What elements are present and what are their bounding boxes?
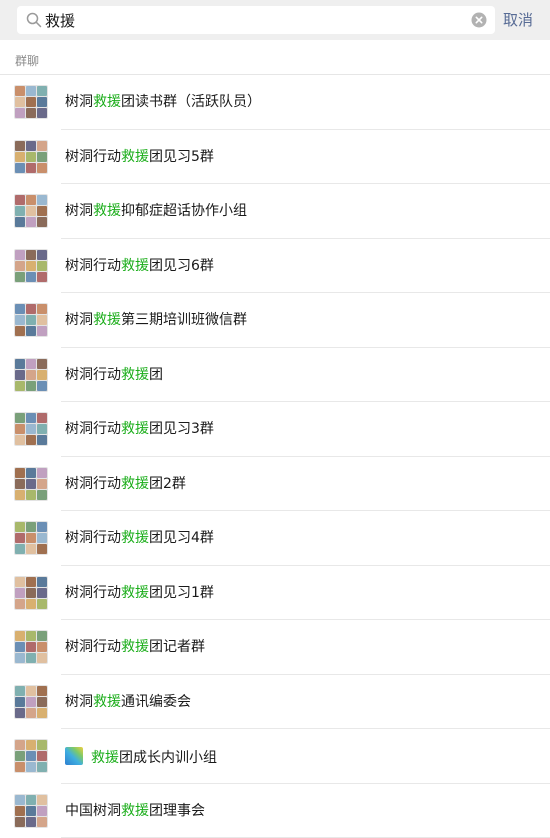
group-name-prefix: 树洞行动	[65, 585, 121, 601]
group-name-suffix: 团成长内训小组	[119, 750, 217, 766]
group-avatar	[14, 85, 48, 119]
group-name-suffix: 团见习5群	[149, 149, 214, 165]
group-name-prefix: 树洞行动	[65, 421, 121, 437]
list-item[interactable]: 树洞行动救援团见习4群	[0, 511, 550, 566]
group-avatar	[14, 467, 48, 501]
search-match-highlight: 救援	[121, 639, 149, 655]
search-match-highlight: 救援	[121, 585, 149, 601]
group-name-prefix: 树洞	[65, 203, 93, 219]
search-icon	[26, 12, 42, 28]
list-item[interactable]: 树洞行动救援团见习5群	[0, 130, 550, 185]
list-item[interactable]: 树洞救援通讯编委会	[0, 675, 550, 730]
group-avatar	[14, 521, 48, 555]
search-match-highlight: 救援	[93, 694, 121, 710]
group-name-suffix: 团	[149, 367, 163, 383]
group-name-prefix: 树洞行动	[65, 530, 121, 546]
group-name-suffix: 通讯编委会	[121, 694, 191, 710]
group-name-suffix: 团2群	[149, 476, 186, 492]
list-item[interactable]: 树洞行动救援团见习1群	[0, 566, 550, 621]
group-name-suffix: 团见习4群	[149, 530, 214, 546]
group-name-prefix: 树洞行动	[65, 149, 121, 165]
group-list: 树洞救援团读书群（活跃队员）树洞行动救援团见习5群树洞救援抑郁症超话协作小组树洞…	[0, 74, 550, 838]
group-name-suffix: 抑郁症超话协作小组	[121, 203, 247, 219]
group-name: 树洞行动救援团见习6群	[65, 257, 214, 275]
group-avatar	[14, 576, 48, 610]
group-name-prefix: 树洞	[65, 312, 93, 328]
rainbow-badge-icon	[65, 747, 83, 765]
group-name-suffix: 团见习1群	[149, 585, 214, 601]
search-match-highlight: 救援	[121, 149, 149, 165]
search-match-highlight: 救援	[121, 476, 149, 492]
group-name: 树洞行动救援团2群	[65, 475, 186, 493]
group-name: 救援团成长内训小组	[65, 747, 217, 767]
list-item[interactable]: 树洞行动救援团见习3群	[0, 402, 550, 457]
group-avatar	[14, 685, 48, 719]
group-name-prefix: 中国树洞	[65, 803, 121, 819]
group-name: 树洞救援团读书群（活跃队员）	[65, 93, 261, 111]
group-name: 树洞行动救援团	[65, 366, 163, 384]
group-avatar	[14, 412, 48, 446]
group-name: 树洞救援通讯编委会	[65, 693, 191, 711]
search-match-highlight: 救援	[93, 312, 121, 328]
list-item[interactable]: 树洞行动救援团2群	[0, 457, 550, 512]
group-avatar	[14, 739, 48, 773]
search-match-highlight: 救援	[93, 203, 121, 219]
group-name-suffix: 团读书群（活跃队员）	[121, 94, 261, 110]
search-match-highlight: 救援	[91, 750, 119, 766]
search-match-highlight: 救援	[93, 94, 121, 110]
search-bar: 取消	[0, 0, 550, 40]
section-header: 群聊	[0, 40, 550, 74]
group-name-suffix: 团见习3群	[149, 421, 214, 437]
group-avatar	[14, 794, 48, 828]
search-match-highlight: 救援	[121, 530, 149, 546]
search-input[interactable]	[45, 6, 465, 34]
search-match-highlight: 救援	[121, 258, 149, 274]
list-item[interactable]: 救援团成长内训小组	[0, 729, 550, 784]
search-box[interactable]	[17, 6, 495, 34]
list-item[interactable]: 树洞救援第三期培训班微信群	[0, 293, 550, 348]
list-item[interactable]: 树洞行动救援团记者群	[0, 620, 550, 675]
group-name: 树洞行动救援团见习5群	[65, 148, 214, 166]
group-avatar	[14, 140, 48, 174]
search-match-highlight: 救援	[121, 803, 149, 819]
list-item[interactable]: 树洞行动救援团见习6群	[0, 239, 550, 294]
group-avatar	[14, 194, 48, 228]
group-name: 树洞行动救援团见习1群	[65, 584, 214, 602]
group-name-prefix: 树洞行动	[65, 476, 121, 492]
group-name-prefix: 树洞行动	[65, 258, 121, 274]
group-name: 树洞行动救援团见习4群	[65, 529, 214, 547]
group-name: 树洞救援抑郁症超话协作小组	[65, 202, 247, 220]
list-item[interactable]: 树洞救援抑郁症超话协作小组	[0, 184, 550, 239]
group-name-prefix: 树洞行动	[65, 639, 121, 655]
list-item[interactable]: 树洞救援团读书群（活跃队员）	[0, 75, 550, 130]
list-item[interactable]: 树洞行动救援团	[0, 348, 550, 403]
group-name-suffix: 团见习6群	[149, 258, 214, 274]
group-avatar	[14, 358, 48, 392]
group-name: 树洞救援第三期培训班微信群	[65, 311, 247, 329]
search-match-highlight: 救援	[121, 367, 149, 383]
group-avatar	[14, 303, 48, 337]
cancel-button[interactable]: 取消	[503, 10, 533, 30]
clear-icon[interactable]	[471, 12, 487, 28]
search-match-highlight: 救援	[121, 421, 149, 437]
list-item[interactable]: 中国树洞救援团理事会	[0, 784, 550, 838]
section-label: 群聊	[15, 52, 39, 69]
group-name-suffix: 团理事会	[149, 803, 205, 819]
group-name-suffix: 团记者群	[149, 639, 205, 655]
group-name: 中国树洞救援团理事会	[65, 802, 205, 820]
group-name-prefix: 树洞	[65, 694, 93, 710]
group-name-prefix: 树洞	[65, 94, 93, 110]
group-name: 树洞行动救援团记者群	[65, 638, 205, 656]
group-name-suffix: 第三期培训班微信群	[121, 312, 247, 328]
group-avatar	[14, 630, 48, 664]
group-avatar	[14, 249, 48, 283]
group-name: 树洞行动救援团见习3群	[65, 420, 214, 438]
group-name-prefix: 树洞行动	[65, 367, 121, 383]
